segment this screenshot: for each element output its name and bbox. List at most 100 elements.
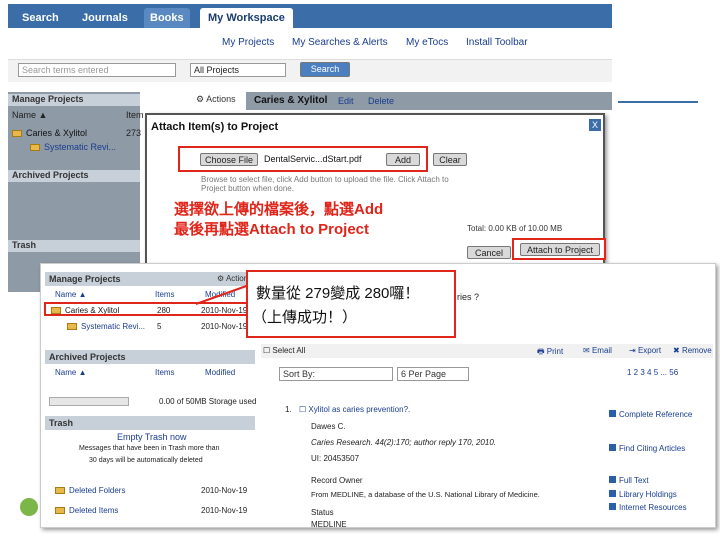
export-link[interactable]: ⇥ Export xyxy=(629,346,661,355)
record-owner-label: Record Owner xyxy=(311,476,363,485)
bg-col-name: Name ▲ xyxy=(12,110,48,120)
fg-arch-name[interactable]: Name ▲ xyxy=(55,368,86,377)
folder-icon xyxy=(30,144,40,152)
bullet-icon xyxy=(609,503,616,510)
fg-col-items[interactable]: Items xyxy=(155,290,175,299)
dialog-instructions: Browse to select file, click Add button … xyxy=(201,175,449,193)
search-button[interactable]: Search xyxy=(300,62,350,77)
bg-edit-link[interactable]: Edit xyxy=(338,96,354,106)
sort-select[interactable]: Sort By: xyxy=(279,367,393,381)
project-select[interactable]: All Projects xyxy=(190,63,286,77)
storage-bar xyxy=(49,397,129,406)
callout-line-1: 數量從 279變成 280囉！ xyxy=(256,285,420,302)
bullet-icon xyxy=(609,476,616,483)
folder-icon xyxy=(67,323,77,331)
bullet-icon xyxy=(609,490,616,497)
bg-left-panel: Manage Projects Name ▲ Item Caries & Xyl… xyxy=(8,92,144,292)
trash-msg-2: 30 days will be automatically deleted xyxy=(89,457,203,464)
empty-trash-link[interactable]: Empty Trash now xyxy=(117,432,187,442)
print-link[interactable]: 🖶 Print xyxy=(537,346,563,360)
fg-archived-header: Archived Projects xyxy=(45,350,255,364)
link-install-toolbar[interactable]: Install Toolbar xyxy=(466,37,528,48)
record-status-label: Status xyxy=(311,508,334,517)
folder-icon xyxy=(12,130,22,138)
fg-col-name[interactable]: Name ▲ xyxy=(55,290,86,299)
record-ui: UI: 20453507 xyxy=(311,454,360,463)
link-my-etocs[interactable]: My eTocs xyxy=(406,37,448,48)
clear-button[interactable]: Clear xyxy=(433,153,467,166)
bg-actions: ⚙ Actions xyxy=(196,94,236,104)
per-page-select[interactable]: 6 Per Page xyxy=(397,367,469,381)
storage-text: 0.00 of 50MB Storage used xyxy=(159,397,257,406)
fg-row-2-items: 5 xyxy=(157,322,162,331)
pagination[interactable]: 1 2 3 4 5 ... 56 xyxy=(627,368,678,377)
search-bar: Search terms entered All Projects Search xyxy=(8,60,612,82)
bg-delete-link[interactable]: Delete xyxy=(368,96,394,106)
link-my-projects[interactable]: My Projects xyxy=(222,37,274,48)
logo-icon xyxy=(20,498,38,516)
tab-search[interactable]: Search xyxy=(22,8,59,28)
record-source: Caries Research. 44(2):170; author reply… xyxy=(311,438,496,447)
tab-books[interactable]: Books xyxy=(144,8,190,28)
bg-project-title: Caries & Xylitol xyxy=(254,95,328,106)
deleted-folders[interactable]: Deleted Folders xyxy=(55,486,125,495)
fg-row-2-modified: 2010-Nov-19 xyxy=(201,322,248,331)
sub-nav: My Projects My Searches & Alerts My eToc… xyxy=(8,28,612,60)
selected-filename: DentalServic...dStart.pdf xyxy=(264,154,362,164)
fg-row-2[interactable]: Systematic Revi... xyxy=(67,322,145,331)
record-author: Dawes C. xyxy=(311,422,346,431)
deleted-items[interactable]: Deleted Items xyxy=(55,506,118,515)
note-attach: 最後再點選Attach to Project xyxy=(174,221,370,238)
find-citing-link[interactable]: Find Citing Articles xyxy=(609,444,685,453)
attach-to-project-button[interactable]: Attach to Project xyxy=(520,243,600,256)
close-icon[interactable]: X xyxy=(589,119,601,131)
internet-resources-link[interactable]: Internet Resources xyxy=(609,503,687,512)
deleted-items-date: 2010-Nov-19 xyxy=(201,506,248,515)
remove-link[interactable]: ✖ Remove xyxy=(673,346,712,355)
success-callout: 數量從 279變成 280囉！ （上傳成功！） xyxy=(246,270,456,338)
record-owner: From MEDLINE, a database of the U.S. Nat… xyxy=(311,490,540,499)
library-holdings-link[interactable]: Library Holdings xyxy=(609,490,677,499)
link-my-searches[interactable]: My Searches & Alerts xyxy=(292,37,388,48)
bg-col-item: Item xyxy=(126,110,144,120)
tab-journals[interactable]: Journals xyxy=(82,8,128,28)
attach-highlight: Attach to Project xyxy=(512,238,606,260)
search-input[interactable]: Search terms entered xyxy=(18,63,176,77)
record-title[interactable]: ☐ Xylitol as caries prevention?. xyxy=(299,405,410,414)
dialog-total: Total: 0.00 KB of 10.00 MB xyxy=(467,224,563,233)
fg-arch-items[interactable]: Items xyxy=(155,368,175,377)
complete-reference-link[interactable]: Complete Reference xyxy=(609,410,692,419)
deleted-folders-date: 2010-Nov-19 xyxy=(201,486,248,495)
trash-msg-1: Messages that have been in Trash more th… xyxy=(79,445,220,452)
email-link[interactable]: ✉ Email xyxy=(583,346,612,355)
fg-trash-header: Trash xyxy=(45,416,255,430)
bullet-icon xyxy=(609,444,616,451)
select-all[interactable]: ☐ Select All xyxy=(263,346,305,355)
bg-folder-1-count: 273 xyxy=(126,128,142,138)
bg-archived-header: Archived Projects xyxy=(8,170,140,182)
bg-project-header: Caries & Xylitol Edit Delete xyxy=(246,92,612,110)
top-nav: Search Journals Books My Workspace xyxy=(8,4,612,28)
bg-manage-header: Manage Projects xyxy=(8,94,140,106)
callout-line-2: （上傳成功！） xyxy=(252,309,358,326)
record-status: MEDLINE xyxy=(311,520,347,529)
fg-toolbar: ☐ Select All 🖶 Print ✉ Email ⇥ Export ✖ … xyxy=(261,344,713,358)
choose-file-button[interactable]: Choose File xyxy=(200,153,258,166)
add-button[interactable]: Add xyxy=(386,153,420,166)
cancel-button[interactable]: Cancel xyxy=(467,246,511,259)
bg-trash-header: Trash xyxy=(8,240,140,252)
fg-question: ries ? xyxy=(457,292,480,302)
tab-my-workspace[interactable]: My Workspace xyxy=(200,8,293,28)
file-chooser-highlight: Choose File DentalServic...dStart.pdf Ad… xyxy=(178,146,428,172)
decor-line xyxy=(618,101,698,103)
folder-icon xyxy=(55,487,65,495)
note-select-add: 選擇欲上傳的檔案後，點選Add xyxy=(174,201,384,218)
bg-folder-2: Systematic Revi... xyxy=(30,142,116,152)
full-text-link[interactable]: Full Text xyxy=(609,476,649,485)
folder-icon xyxy=(55,507,65,515)
record-number: 1. xyxy=(285,405,292,414)
dialog-title: Attach Item(s) to Project xyxy=(151,121,279,133)
bg-folder-1: Caries & Xylitol xyxy=(12,128,87,138)
bullet-icon xyxy=(609,410,616,417)
fg-arch-modified[interactable]: Modified xyxy=(205,368,235,377)
